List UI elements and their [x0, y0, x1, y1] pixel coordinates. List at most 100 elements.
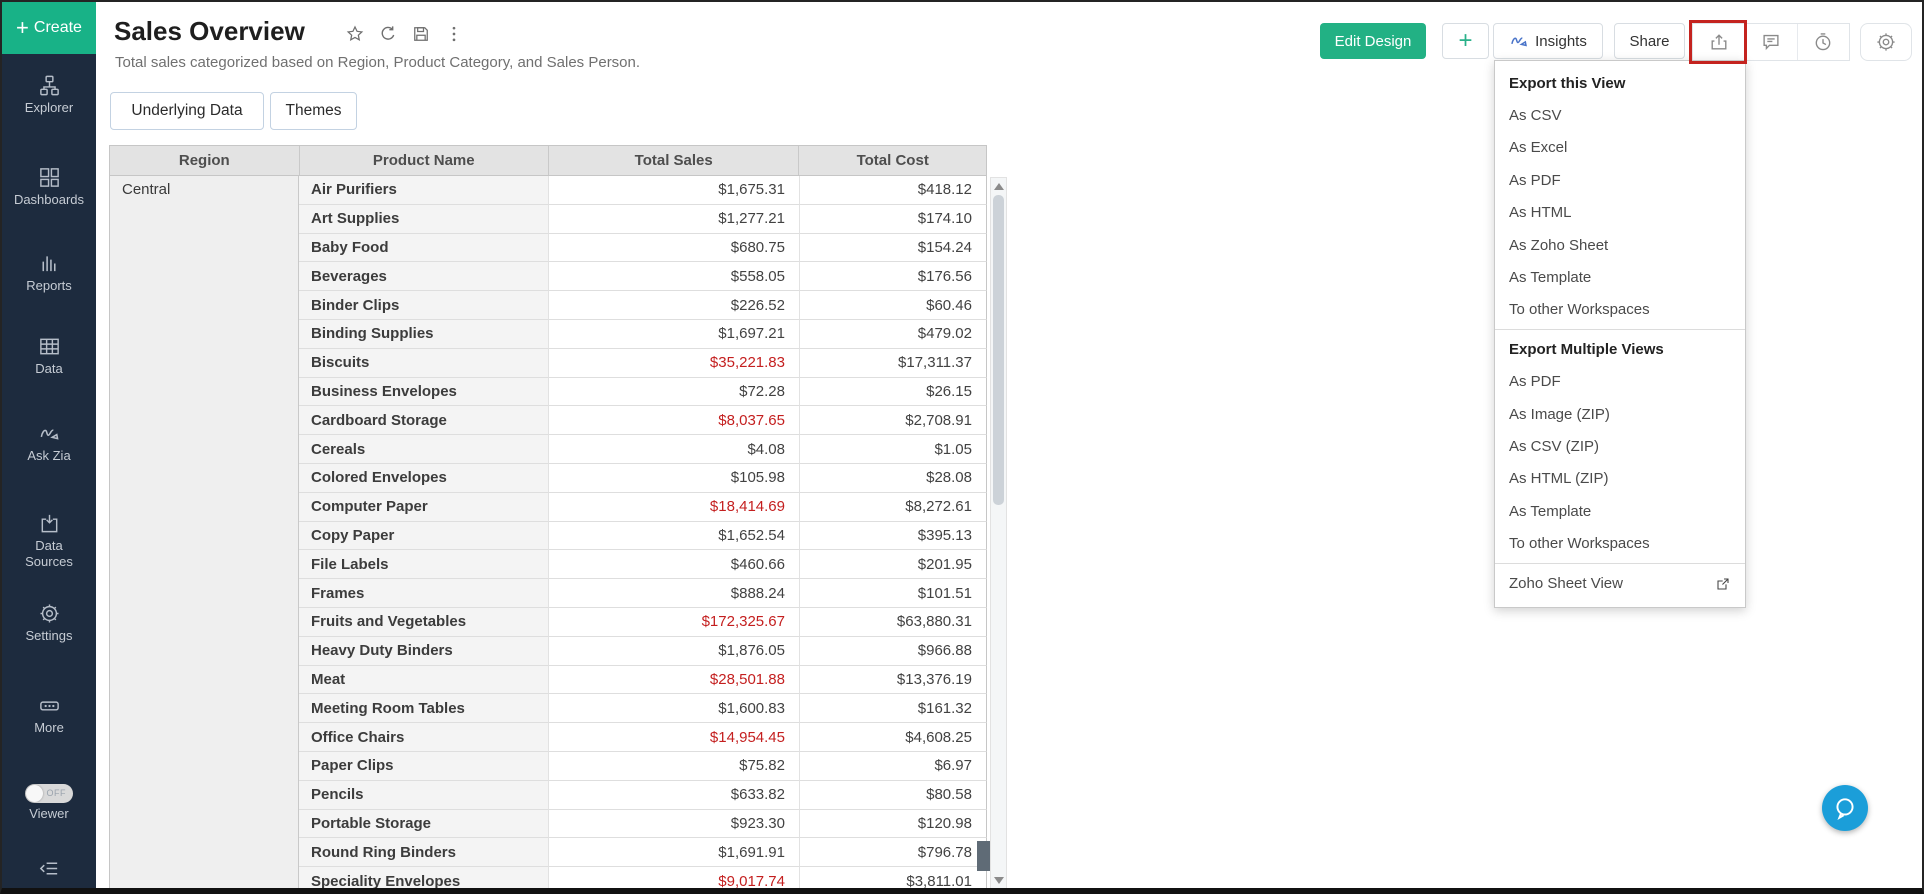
- view-settings-button[interactable]: [1860, 23, 1912, 61]
- product-cell[interactable]: Fruits and Vegetables: [299, 608, 549, 637]
- sidebar-item-more[interactable]: More: [2, 694, 96, 735]
- total-cost-cell[interactable]: $4,608.25: [800, 723, 987, 752]
- tab-themes[interactable]: Themes: [270, 92, 357, 130]
- total-cost-cell[interactable]: $176.56: [800, 262, 987, 291]
- total-sales-cell[interactable]: $1,697.21: [549, 320, 800, 349]
- sidebar-item-settings[interactable]: Settings: [2, 602, 96, 643]
- product-cell[interactable]: Beverages: [299, 262, 549, 291]
- export-menu-item[interactable]: To other Workspaces: [1495, 294, 1745, 326]
- total-cost-cell[interactable]: $26.15: [800, 378, 987, 407]
- total-cost-cell[interactable]: $796.78: [800, 838, 987, 867]
- table-row[interactable]: Speciality Envelopes $9,017.74 $3,811.01: [299, 867, 987, 890]
- total-sales-cell[interactable]: $888.24: [549, 579, 800, 608]
- column-header-product[interactable]: Product Name: [300, 146, 549, 175]
- total-sales-cell[interactable]: $18,414.69: [549, 493, 800, 522]
- export-menu-item[interactable]: As HTML: [1495, 197, 1745, 229]
- region-cell[interactable]: Central: [110, 176, 299, 890]
- sidebar-item-ask-zia[interactable]: Ask Zia: [2, 422, 96, 463]
- product-cell[interactable]: Art Supplies: [299, 205, 549, 234]
- refresh-icon[interactable]: [378, 24, 398, 44]
- favorite-star-icon[interactable]: [345, 24, 365, 44]
- product-cell[interactable]: Air Purifiers: [299, 176, 549, 205]
- total-sales-cell[interactable]: $4.08: [549, 435, 800, 464]
- total-cost-cell[interactable]: $174.10: [800, 205, 987, 234]
- total-cost-cell[interactable]: $479.02: [800, 320, 987, 349]
- column-header-sales[interactable]: Total Sales: [549, 146, 799, 175]
- total-cost-cell[interactable]: $101.51: [800, 579, 987, 608]
- product-cell[interactable]: Binder Clips: [299, 291, 549, 320]
- export-menu-item[interactable]: As Template: [1495, 261, 1745, 293]
- alerts-button[interactable]: [1797, 24, 1849, 60]
- sidebar-item-data-sources[interactable]: Data Sources: [2, 512, 96, 571]
- table-row[interactable]: Portable Storage $923.30 $120.98: [299, 810, 987, 839]
- insights-button[interactable]: Insights: [1493, 23, 1603, 59]
- sidebar-item-dashboards[interactable]: Dashboards: [2, 166, 96, 207]
- product-cell[interactable]: Biscuits: [299, 349, 549, 378]
- product-cell[interactable]: Heavy Duty Binders: [299, 637, 549, 666]
- table-row[interactable]: Fruits and Vegetables $172,325.67 $63,88…: [299, 608, 987, 637]
- column-header-region[interactable]: Region: [110, 146, 300, 175]
- table-row[interactable]: Binding Supplies $1,697.21 $479.02: [299, 320, 987, 349]
- table-row[interactable]: Meeting Room Tables $1,600.83 $161.32: [299, 694, 987, 723]
- total-sales-cell[interactable]: $35,221.83: [549, 349, 800, 378]
- export-button[interactable]: [1693, 24, 1744, 60]
- create-button[interactable]: + Create: [2, 2, 96, 54]
- sidebar-item-data[interactable]: Data: [2, 335, 96, 376]
- table-row[interactable]: Round Ring Binders $1,691.91 $796.78: [299, 838, 987, 867]
- product-cell[interactable]: Business Envelopes: [299, 378, 549, 407]
- export-menu-item[interactable]: As Zoho Sheet: [1495, 229, 1745, 261]
- table-row[interactable]: Office Chairs $14,954.45 $4,608.25: [299, 723, 987, 752]
- save-icon[interactable]: [411, 24, 431, 44]
- table-row[interactable]: Meat $28,501.88 $13,376.19: [299, 666, 987, 695]
- total-sales-cell[interactable]: $172,325.67: [549, 608, 800, 637]
- total-sales-cell[interactable]: $1,600.83: [549, 694, 800, 723]
- sidebar-item-explorer[interactable]: Explorer: [2, 74, 96, 115]
- product-cell[interactable]: Meeting Room Tables: [299, 694, 549, 723]
- product-cell[interactable]: Round Ring Binders: [299, 838, 549, 867]
- total-sales-cell[interactable]: $8,037.65: [549, 406, 800, 435]
- table-row[interactable]: Biscuits $35,221.83 $17,311.37: [299, 349, 987, 378]
- table-row[interactable]: File Labels $460.66 $201.95: [299, 550, 987, 579]
- total-sales-cell[interactable]: $1,675.31: [549, 176, 800, 205]
- table-row[interactable]: Pencils $633.82 $80.58: [299, 781, 987, 810]
- export-menu-item[interactable]: As Image (ZIP): [1495, 398, 1745, 430]
- product-cell[interactable]: Baby Food: [299, 234, 549, 263]
- total-cost-cell[interactable]: $395.13: [800, 522, 987, 551]
- total-sales-cell[interactable]: $105.98: [549, 464, 800, 493]
- scroll-down-arrow[interactable]: [994, 877, 1004, 884]
- table-row[interactable]: Computer Paper $18,414.69 $8,272.61: [299, 493, 987, 522]
- table-row[interactable]: Binder Clips $226.52 $60.46: [299, 291, 987, 320]
- total-cost-cell[interactable]: $28.08: [800, 464, 987, 493]
- export-menu-item[interactable]: As PDF: [1495, 164, 1745, 196]
- table-row[interactable]: Paper Clips $75.82 $6.97: [299, 752, 987, 781]
- zoho-sheet-view-item[interactable]: Zoho Sheet View: [1495, 567, 1745, 601]
- column-header-cost[interactable]: Total Cost: [799, 146, 986, 175]
- total-sales-cell[interactable]: $226.52: [549, 291, 800, 320]
- scrollbar-thumb[interactable]: [993, 195, 1004, 505]
- viewer-toggle[interactable]: OFF: [25, 784, 73, 803]
- share-button[interactable]: Share: [1614, 23, 1685, 59]
- table-row[interactable]: Air Purifiers $1,675.31 $418.12: [299, 176, 987, 205]
- total-cost-cell[interactable]: $3,811.01: [800, 867, 987, 890]
- export-menu-item[interactable]: As Template: [1495, 495, 1745, 527]
- total-sales-cell[interactable]: $460.66: [549, 550, 800, 579]
- scroll-grip[interactable]: [977, 841, 990, 871]
- table-row[interactable]: Business Envelopes $72.28 $26.15: [299, 378, 987, 407]
- export-menu-item[interactable]: As HTML (ZIP): [1495, 463, 1745, 495]
- export-menu-item[interactable]: As CSV: [1495, 99, 1745, 131]
- product-cell[interactable]: Speciality Envelopes: [299, 867, 549, 890]
- edit-design-button[interactable]: Edit Design: [1320, 23, 1426, 59]
- total-cost-cell[interactable]: $80.58: [800, 781, 987, 810]
- table-row[interactable]: Frames $888.24 $101.51: [299, 579, 987, 608]
- total-sales-cell[interactable]: $72.28: [549, 378, 800, 407]
- table-row[interactable]: Cardboard Storage $8,037.65 $2,708.91: [299, 406, 987, 435]
- export-menu-item[interactable]: As PDF: [1495, 366, 1745, 398]
- kebab-menu-icon[interactable]: [444, 24, 464, 44]
- table-row[interactable]: Baby Food $680.75 $154.24: [299, 234, 987, 263]
- total-cost-cell[interactable]: $6.97: [800, 752, 987, 781]
- add-view-button[interactable]: +: [1442, 23, 1489, 59]
- total-cost-cell[interactable]: $201.95: [800, 550, 987, 579]
- total-sales-cell[interactable]: $75.82: [549, 752, 800, 781]
- total-sales-cell[interactable]: $558.05: [549, 262, 800, 291]
- total-sales-cell[interactable]: $1,277.21: [549, 205, 800, 234]
